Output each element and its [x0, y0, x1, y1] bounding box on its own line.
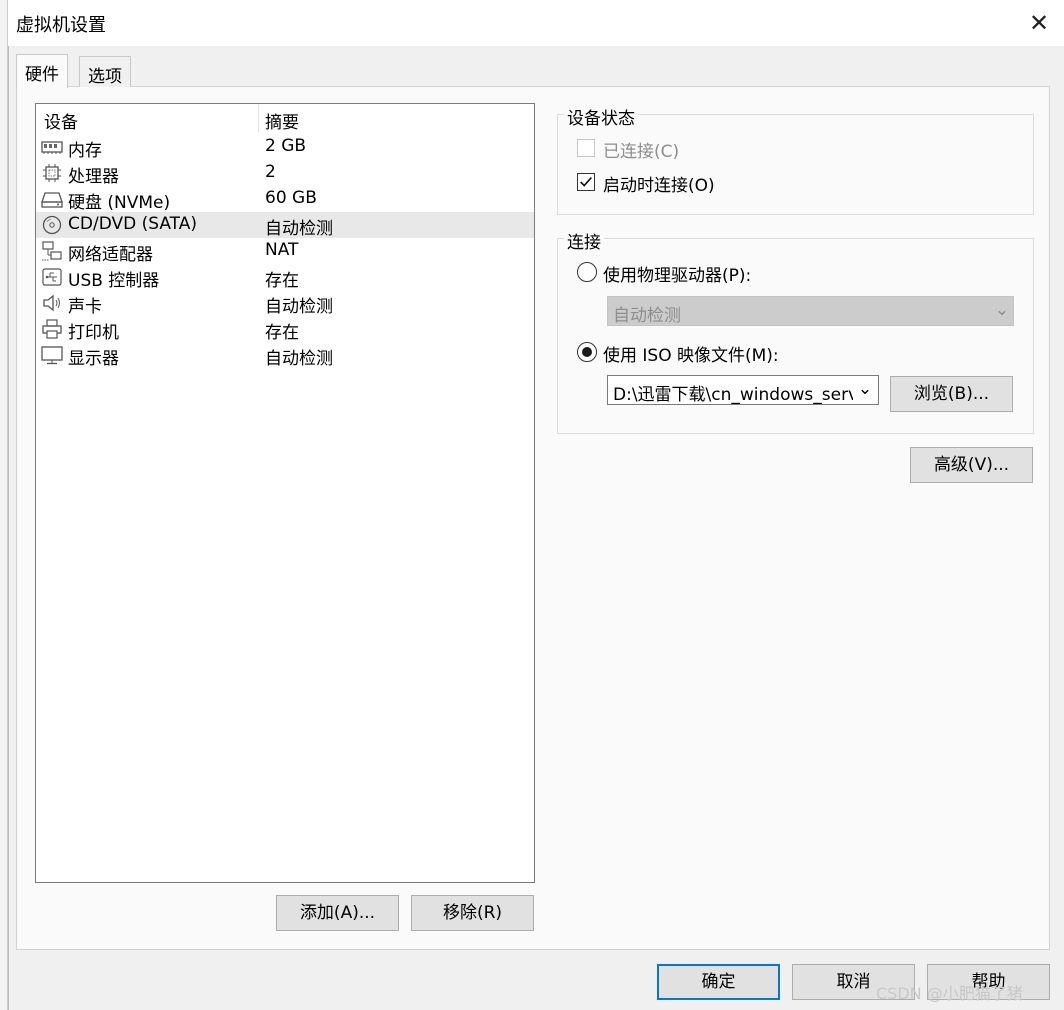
iso-path-value: D:\迅雷下载\cn_windows_serv [613, 385, 853, 405]
connected-checkbox[interactable] [577, 139, 595, 157]
tab-hardware[interactable]: 硬件 [16, 54, 68, 88]
device-name: 声卡 [68, 297, 102, 317]
physical-drive-value: 自动检测 [613, 306, 681, 326]
close-icon[interactable]: ✕ [1024, 8, 1054, 38]
browse-button[interactable]: 浏览(B)... [890, 376, 1013, 412]
device-name: 网络适配器 [68, 245, 153, 265]
device-name: 内存 [68, 141, 102, 161]
device-row-display[interactable]: 显示器 自动检测 [36, 342, 534, 369]
ok-button[interactable]: 确定 [657, 964, 780, 1000]
device-name: 显示器 [68, 349, 119, 369]
column-header-device[interactable]: 设备 [44, 108, 78, 133]
dialog-title: 虚拟机设置 [16, 15, 106, 36]
device-row-usb[interactable]: USB 控制器 存在 [36, 264, 534, 291]
physical-drive-radio[interactable] [577, 262, 597, 282]
device-summary: 存在 [265, 323, 299, 343]
title-bar [8, 0, 1064, 46]
column-header-summary[interactable]: 摘要 [265, 108, 299, 133]
device-row-sound[interactable]: 声卡 自动检测 [36, 290, 534, 317]
connected-label: 已连接(C) [603, 142, 680, 162]
iso-image-radio[interactable] [577, 342, 597, 362]
monitor-icon [41, 346, 63, 365]
printer-icon [42, 319, 62, 339]
connect-at-power-on-label: 启动时连接(O) [603, 176, 715, 196]
device-status-group [557, 114, 1034, 215]
cpu-icon [43, 164, 61, 182]
device-summary: 自动检测 [265, 297, 333, 317]
cd-icon [42, 215, 62, 235]
remove-button[interactable]: 移除(R) [411, 895, 534, 931]
add-button[interactable]: 添加(A)... [276, 895, 399, 931]
device-summary: 自动检测 [265, 219, 333, 239]
device-name: USB 控制器 [68, 271, 160, 291]
chevron-down-icon[interactable]: ⌄ [856, 379, 874, 399]
physical-drive-select[interactable]: 自动检测 ⌄ [607, 296, 1014, 326]
device-summary: 2 [265, 162, 276, 182]
advanced-button[interactable]: 高级(V)... [910, 447, 1033, 483]
watermark: CSDN @小肥猫了猪 [876, 984, 1023, 1003]
column-divider[interactable] [258, 104, 259, 132]
device-summary: 存在 [265, 271, 299, 291]
background-window-edge [0, 0, 8, 1010]
connect-at-power-on-checkbox[interactable] [577, 173, 595, 191]
radio-selected-dot [582, 347, 592, 357]
device-summary: 2 GB [265, 136, 307, 156]
device-row-memory[interactable]: 内存 2 GB [36, 134, 534, 161]
tab-options[interactable]: 选项 [79, 56, 131, 87]
device-row-cd-dvd[interactable]: CD/DVD (SATA) 自动检测 [36, 212, 534, 239]
device-summary: 自动检测 [265, 349, 333, 369]
device-status-label: 设备状态 [564, 104, 638, 129]
device-summary: 60 GB [265, 188, 317, 208]
device-name: 硬盘 (NVMe) [68, 193, 171, 213]
iso-image-label: 使用 ISO 映像文件(M): [603, 346, 779, 366]
speaker-icon [43, 294, 60, 312]
memory-icon [41, 141, 63, 154]
chevron-down-icon: ⌄ [994, 300, 1010, 320]
device-summary: NAT [265, 240, 299, 260]
device-name: 处理器 [68, 167, 119, 187]
device-row-disk[interactable]: 硬盘 (NVMe) 60 GB [36, 186, 534, 213]
device-row-printer[interactable]: 打印机 存在 [36, 316, 534, 343]
device-row-processor[interactable]: 处理器 2 [36, 160, 534, 187]
checkmark-icon [580, 177, 592, 187]
device-name: CD/DVD (SATA) [68, 214, 197, 234]
device-list[interactable]: 设备 摘要 内存 2 GB 处理器 2 硬盘 (NVMe) 60 GB CD/D… [35, 103, 535, 883]
connection-label: 连接 [564, 228, 604, 253]
device-row-network[interactable]: 网络适配器 NAT [36, 238, 534, 265]
usb-icon [42, 268, 62, 286]
physical-drive-label: 使用物理驱动器(P): [603, 266, 752, 286]
network-icon [42, 241, 62, 261]
device-name: 打印机 [68, 323, 119, 343]
disk-icon [41, 192, 63, 208]
iso-path-combo[interactable]: D:\迅雷下载\cn_windows_serv ⌄ [607, 375, 879, 405]
